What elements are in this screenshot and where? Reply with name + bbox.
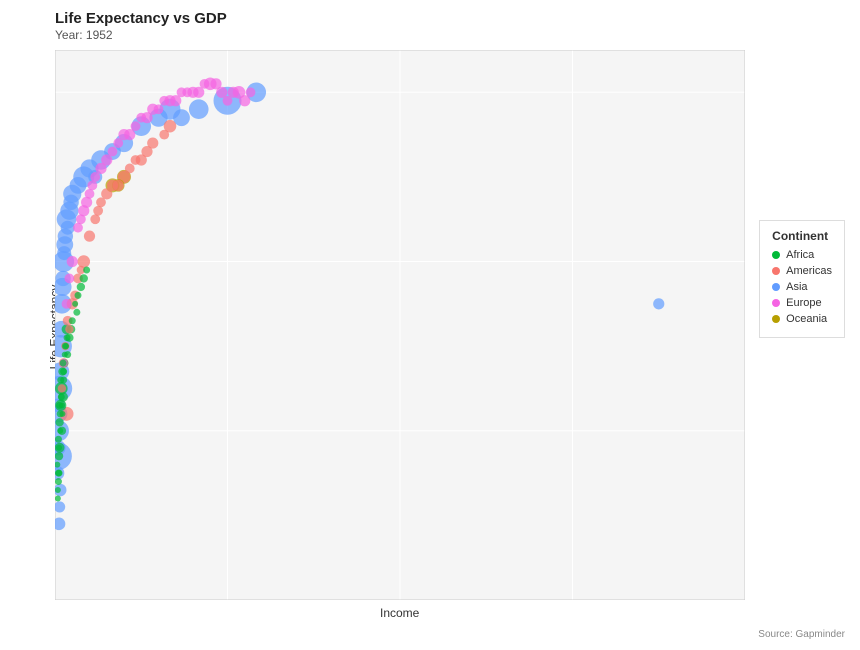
chart-subtitle: Year: 1952 <box>55 28 113 42</box>
legend-item-europe: Europe <box>772 297 832 309</box>
source-text: Source: Gapminder <box>758 629 845 640</box>
legend-item-asia: Asia <box>772 281 832 293</box>
legend-item-oceania: Oceania <box>772 313 832 325</box>
chart-title: Life Expectancy vs GDP <box>55 10 227 27</box>
legend-item-americas: Americas <box>772 265 832 277</box>
x-axis-label: Income <box>380 606 419 620</box>
legend-item-africa: Africa <box>772 249 832 261</box>
scatter-plot: 030,00060,00090,000120,00020406080 <box>55 50 745 600</box>
chart-container: Life Expectancy vs GDP Year: 1952 Source… <box>0 0 860 650</box>
legend: Continent Africa Americas Asia Europe Oceani… <box>759 220 845 338</box>
plot-area: 030,00060,00090,000120,00020406080 <box>55 50 745 600</box>
legend-title: Continent <box>772 229 832 243</box>
